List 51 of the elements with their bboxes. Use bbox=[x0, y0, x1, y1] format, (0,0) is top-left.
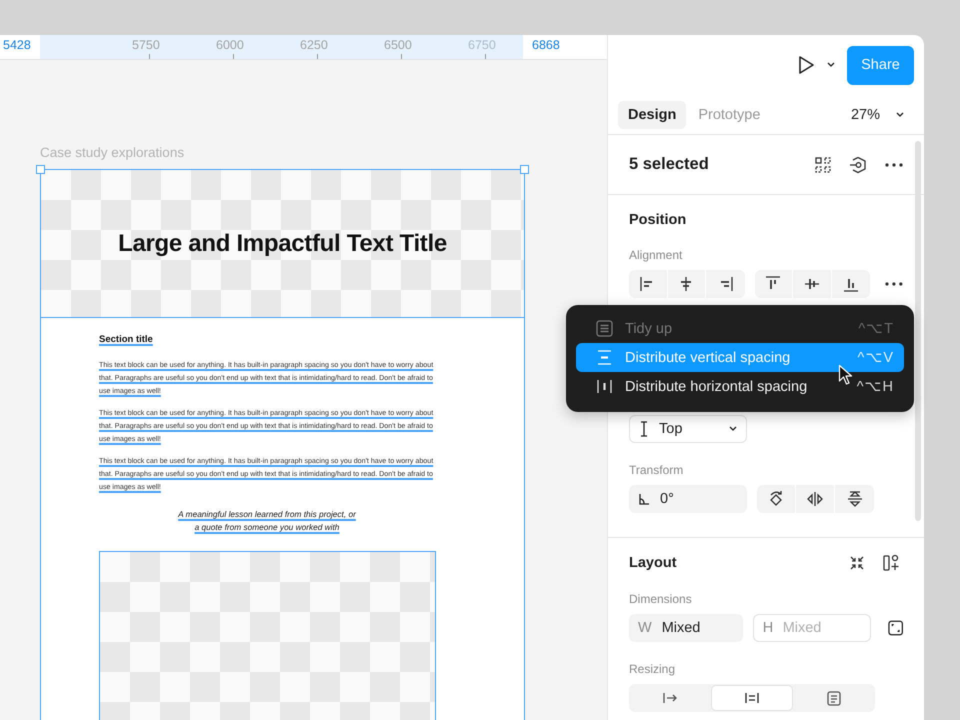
flip-horizontal-icon bbox=[806, 490, 824, 508]
add-layout-icon[interactable] bbox=[883, 554, 899, 572]
width-field[interactable]: W Mixed bbox=[629, 614, 743, 642]
angle-icon bbox=[638, 493, 650, 505]
text-lines-icon bbox=[744, 690, 760, 706]
component-icon[interactable] bbox=[849, 156, 867, 174]
arrow-right-icon bbox=[662, 690, 678, 706]
distribute-vertical-icon bbox=[596, 349, 613, 366]
scrollbar[interactable] bbox=[915, 141, 921, 521]
field-label: Dimensions bbox=[629, 592, 693, 606]
more-icon[interactable] bbox=[885, 162, 903, 166]
quote-line: a quote from someone you worked with bbox=[194, 521, 340, 534]
flip-vertical-icon bbox=[846, 490, 864, 508]
section-heading: Position bbox=[629, 212, 688, 228]
caret-icon bbox=[729, 426, 737, 432]
section-heading: Layout bbox=[629, 555, 677, 571]
document-icon bbox=[826, 690, 842, 706]
ruler-label: 6250 bbox=[300, 38, 328, 52]
cursor-icon bbox=[838, 364, 854, 386]
vertical-constraint-dropdown[interactable]: Top bbox=[629, 415, 747, 443]
selection-count: 5 selected bbox=[629, 155, 709, 174]
hero-title: Large and Impactful Text Title bbox=[118, 230, 447, 258]
quote-line: A meaningful lesson learned from this project, or bbox=[176, 508, 358, 521]
collapse-icon[interactable] bbox=[849, 555, 865, 571]
section-title: Section title bbox=[99, 334, 154, 345]
zoom-dropdown[interactable]: 27% bbox=[850, 106, 914, 122]
panel-tab[interactable]: Design bbox=[618, 100, 686, 128]
resize-handle[interactable] bbox=[520, 165, 529, 174]
field-label: Resizing bbox=[629, 662, 676, 676]
ruler-label: 6500 bbox=[384, 38, 412, 52]
resize-handle[interactable] bbox=[36, 165, 45, 174]
field-label: Alignment bbox=[629, 248, 684, 262]
more-icon[interactable] bbox=[885, 282, 903, 286]
caret-icon[interactable] bbox=[827, 62, 835, 68]
ruler-label: 6000 bbox=[216, 38, 244, 52]
field-prefix: H bbox=[762, 620, 774, 636]
play-icon[interactable] bbox=[797, 55, 815, 75]
field-label: Transform bbox=[629, 463, 684, 477]
ruler-label: 6868 bbox=[532, 38, 560, 52]
text-cursor-icon bbox=[639, 421, 649, 437]
constraints-widget[interactable]: Top bbox=[629, 415, 903, 443]
rotation-field[interactable]: 0° bbox=[629, 485, 747, 513]
ruler-label: 5750 bbox=[132, 38, 160, 52]
menu-item[interactable]: Distribute horizontal spacing ^⌥H bbox=[576, 372, 904, 401]
ruler-label: 6750 bbox=[468, 38, 496, 52]
list-icon bbox=[596, 320, 613, 337]
ruler-label: 5428 bbox=[3, 38, 31, 52]
grid-icon[interactable] bbox=[815, 156, 831, 172]
caret-icon bbox=[896, 112, 904, 118]
distribute-horizontal-icon bbox=[596, 378, 613, 395]
resize-icon[interactable] bbox=[888, 620, 903, 636]
